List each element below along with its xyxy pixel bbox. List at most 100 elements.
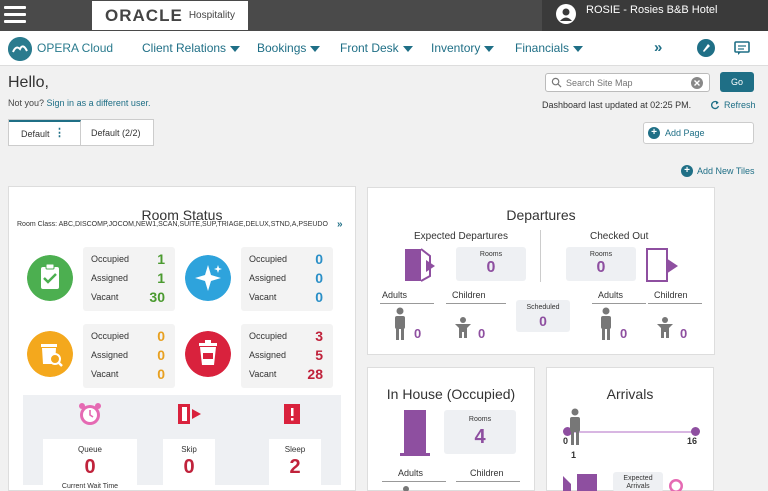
arrivals-max-marker — [691, 427, 700, 436]
chevron-down-icon — [573, 45, 584, 52]
status-box-inspected[interactable]: Occupied 0 Assigned 0 Vacant 0 — [241, 247, 333, 311]
tab-default-2[interactable]: Default (2/2) — [81, 120, 141, 145]
row-value: 30 — [149, 289, 165, 305]
divider — [382, 481, 446, 482]
expected-rooms-box[interactable]: Rooms 0 — [456, 247, 526, 281]
departure-door-icon — [405, 248, 435, 282]
vacant-row: Vacant 0 — [91, 366, 171, 382]
rocket-icon[interactable] — [697, 39, 715, 57]
adult-icon — [601, 307, 611, 340]
sign-in-link[interactable]: Sign in as a different user. — [47, 98, 151, 108]
sleep-box[interactable]: Sleep 2 — [269, 439, 321, 487]
row-label: Assigned — [249, 350, 287, 360]
user-label: ROSIE - Rosies B&B Hotel — [586, 4, 718, 16]
row-label: Occupied — [91, 254, 130, 264]
nav-client-relations[interactable]: Client Relations — [142, 41, 241, 55]
add-page-button[interactable]: + Add Page — [643, 122, 754, 144]
top-bar: ORACLE Hospitality ROSIE - Rosies B&B Ho… — [0, 0, 768, 31]
row-value: 0 — [157, 366, 165, 382]
expected-rooms-value: 0 — [486, 259, 496, 276]
trash-bin-icon — [185, 331, 231, 377]
site-map-search — [545, 73, 710, 92]
nav-label: Client Relations — [142, 41, 227, 55]
skip-door-icon — [178, 404, 201, 424]
queue-label: Queue — [77, 445, 103, 454]
menu-icon[interactable] — [4, 6, 26, 24]
row-value: 0 — [315, 289, 323, 305]
skip-box[interactable]: Skip 0 — [163, 439, 215, 487]
nav-inventory[interactable]: Inventory — [431, 41, 495, 55]
status-box-dirty[interactable]: Occupied 3 Assigned 5 Vacant 28 — [241, 324, 333, 388]
main-nav: OPERA Cloud Client Relations Bookings Fr… — [0, 31, 768, 66]
status-box-pickup[interactable]: Occupied 0 Assigned 0 Vacant 0 — [83, 324, 175, 388]
checked-out-rooms-value: 0 — [596, 259, 606, 276]
row-value: 3 — [315, 328, 323, 344]
nav-financials[interactable]: Financials — [515, 41, 584, 55]
row-label: Vacant — [249, 369, 277, 379]
divider — [648, 303, 702, 304]
nav-front-desk[interactable]: Front Desk — [340, 41, 413, 55]
alarm-clock-icon — [669, 479, 683, 491]
status-box-clean[interactable]: Occupied 1 Assigned 1 Vacant 30 — [83, 247, 175, 311]
departures-title: Departures — [506, 207, 576, 223]
occupied-row: Occupied 0 — [249, 251, 329, 267]
rooms-label: Rooms — [468, 416, 492, 423]
queue-box[interactable]: Queue 0 Current Wait Time — [43, 439, 137, 490]
checked-adults-value: 0 — [620, 326, 628, 341]
clear-icon[interactable] — [691, 77, 703, 89]
assigned-row: Assigned 0 — [249, 270, 329, 286]
refresh-label: Refresh — [724, 100, 756, 110]
arrivals-title: Arrivals — [606, 386, 654, 402]
checked-out-rooms-box[interactable]: Rooms 0 — [566, 247, 636, 281]
tab-default[interactable]: Default ⋮ — [9, 120, 81, 145]
expected-adults-value: 0 — [414, 326, 422, 341]
row-label: Vacant — [91, 292, 119, 302]
add-new-tiles-button[interactable]: + Add New Tiles — [681, 165, 755, 177]
scheduled-label: Scheduled — [526, 304, 560, 311]
nav-more-icon[interactable]: » — [654, 39, 662, 56]
more-options-icon[interactable]: ⋮ — [54, 126, 65, 139]
tab-label: Default (2/2) — [91, 127, 141, 138]
adults-label: Adults — [398, 468, 424, 478]
scheduled-value: 0 — [539, 313, 547, 329]
add-page-label: Add Page — [665, 128, 705, 138]
in-house-title: In House (Occupied) — [386, 386, 516, 402]
checked-children-value: 0 — [680, 326, 688, 341]
opera-cloud-logo-icon — [8, 37, 32, 61]
skip-value: 0 — [183, 456, 195, 478]
opera-cloud-brand[interactable]: OPERA Cloud — [37, 41, 113, 55]
row-value: 0 — [315, 270, 323, 286]
alarm-clock-icon — [79, 403, 101, 425]
refresh-button[interactable]: Refresh — [710, 100, 756, 110]
scheduled-box[interactable]: Scheduled 0 — [516, 300, 570, 332]
in-house-rooms-box[interactable]: Rooms 4 — [444, 410, 516, 454]
chevron-down-icon — [402, 45, 413, 52]
children-label: Children — [452, 290, 486, 300]
queue-panel: Queue 0 Current Wait Time Skip 0 Sleep 2 — [23, 395, 341, 490]
nav-bookings[interactable]: Bookings — [257, 41, 321, 55]
row-label: Assigned — [91, 273, 129, 283]
user-menu[interactable]: ROSIE - Rosies B&B Hotel — [542, 0, 768, 31]
row-value: 0 — [157, 347, 165, 363]
expected-children-value: 0 — [478, 326, 486, 341]
sleep-label: Sleep — [284, 445, 306, 454]
sleep-alert-icon — [284, 404, 300, 424]
expected-arrivals-box[interactable]: Expected Arrivals — [613, 472, 663, 491]
nav-label: Financials — [515, 41, 570, 55]
row-label: Assigned — [249, 273, 287, 283]
adult-icon — [403, 486, 409, 491]
clipboard-check-icon — [27, 255, 73, 301]
go-button[interactable]: Go — [720, 72, 754, 92]
room-class-more-icon[interactable]: » — [337, 219, 343, 230]
sleep-value: 2 — [289, 456, 301, 478]
room-status-tile: Room Status Room Class: ABC,DISCOMP,JOCO… — [8, 186, 356, 491]
chevron-down-icon — [484, 45, 495, 52]
sparkle-icon — [185, 255, 231, 301]
search-input[interactable] — [566, 76, 684, 90]
divider — [540, 230, 541, 282]
arrivals-max-value: 16 — [687, 436, 698, 446]
divider — [592, 303, 646, 304]
chat-icon[interactable] — [733, 39, 751, 57]
row-value: 0 — [315, 251, 323, 267]
assigned-row: Assigned 5 — [249, 347, 329, 363]
